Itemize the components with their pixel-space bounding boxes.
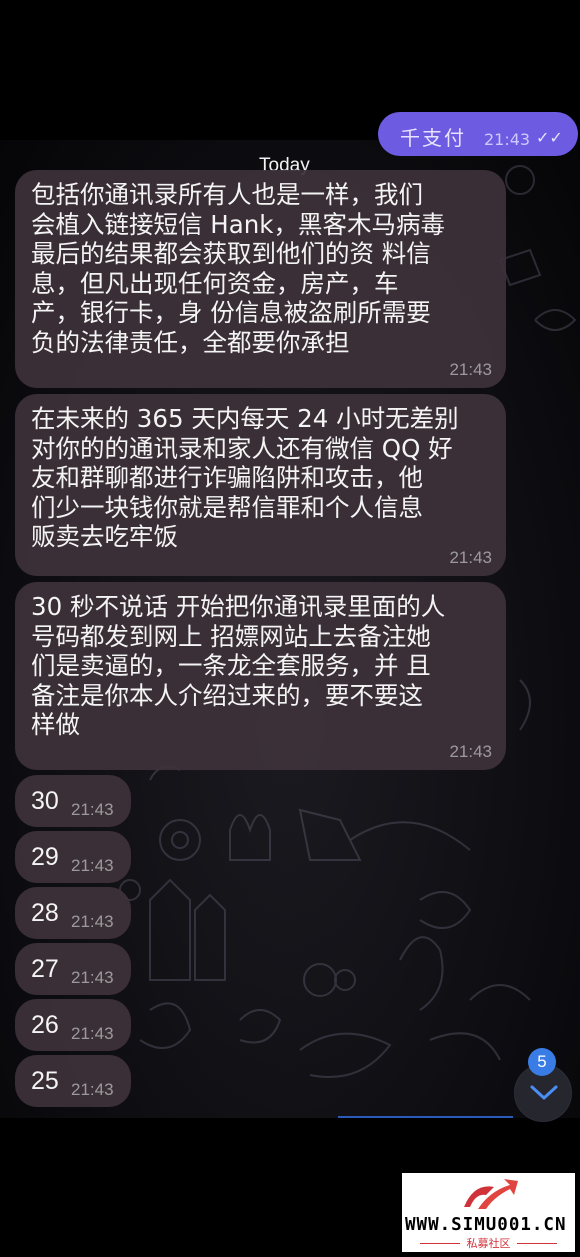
message-time: 21:43 (71, 968, 114, 987)
watermark-subtitle: 私募社区 (466, 1237, 511, 1250)
incoming-message-bubble[interactable]: 27 21:43 (15, 943, 131, 995)
outgoing-message-text: 千支付 (400, 126, 466, 150)
incoming-message-bubble[interactable]: 在未来的 365 天内每天 24 小时无差别 对你的的通讯录和家人还有微信 QQ… (15, 394, 506, 576)
watermark-logo-icon (464, 1179, 518, 1209)
message-time: 21:43 (71, 912, 114, 931)
message-time: 21:43 (449, 360, 492, 379)
watermark: WWW.SIMU001.CN 私募社区 (402, 1173, 575, 1252)
message-time: 21:43 (71, 1024, 114, 1043)
incoming-message-bubble[interactable]: 28 21:43 (15, 887, 131, 939)
message-time: 21:43 (71, 800, 114, 819)
chevron-down-icon (530, 1085, 558, 1100)
message-text: 包括你通讯录所有人也是一样，我们 会植入链接短信 Hank，黑客木马病毒 最后的… (31, 180, 445, 357)
chat-screen: 千支付 21:43 ✓✓ Today 包括你通讯录所有人也是一样，我们 会植入链… (0, 0, 580, 1257)
message-text: 28 (31, 899, 59, 927)
incoming-message-bubble[interactable]: 25 21:43 (15, 1055, 131, 1107)
message-text: 27 (31, 955, 59, 983)
message-text: 30 (31, 787, 59, 815)
outgoing-message-bubble[interactable]: 千支付 21:43 ✓✓ (378, 112, 578, 156)
message-time: 21:43 (449, 742, 492, 761)
double-check-icon: ✓✓ (536, 128, 563, 147)
message-text: 30 秒不说话 开始把你通讯录里面的人 号码都发到网上 招嫖网站上去备注她 们是… (31, 592, 446, 739)
incoming-message-bubble[interactable]: 29 21:43 (15, 831, 131, 883)
message-text: 26 (31, 1011, 59, 1039)
incoming-message-bubble[interactable]: 30 秒不说话 开始把你通讯录里面的人 号码都发到网上 招嫖网站上去备注她 们是… (15, 582, 506, 770)
message-text: 25 (31, 1067, 59, 1095)
message-time: 21:43 (71, 856, 114, 875)
outgoing-message-time: 21:43 (484, 130, 531, 149)
incoming-message-bubble[interactable]: 30 21:43 (15, 775, 131, 827)
incoming-message-bubble[interactable]: 26 21:43 (15, 999, 131, 1051)
message-text: 29 (31, 843, 59, 871)
incoming-message-bubble[interactable]: 包括你通讯录所有人也是一样，我们 会植入链接短信 Hank，黑客木马病毒 最后的… (15, 170, 506, 388)
input-divider (338, 1116, 513, 1118)
message-time: 21:43 (71, 1080, 114, 1099)
watermark-url: WWW.SIMU001.CN (405, 1215, 567, 1235)
message-text: 在未来的 365 天内每天 24 小时无差别 对你的的通讯录和家人还有微信 QQ… (31, 404, 459, 551)
unread-count-badge: 5 (528, 1048, 556, 1076)
message-time: 21:43 (449, 548, 492, 567)
